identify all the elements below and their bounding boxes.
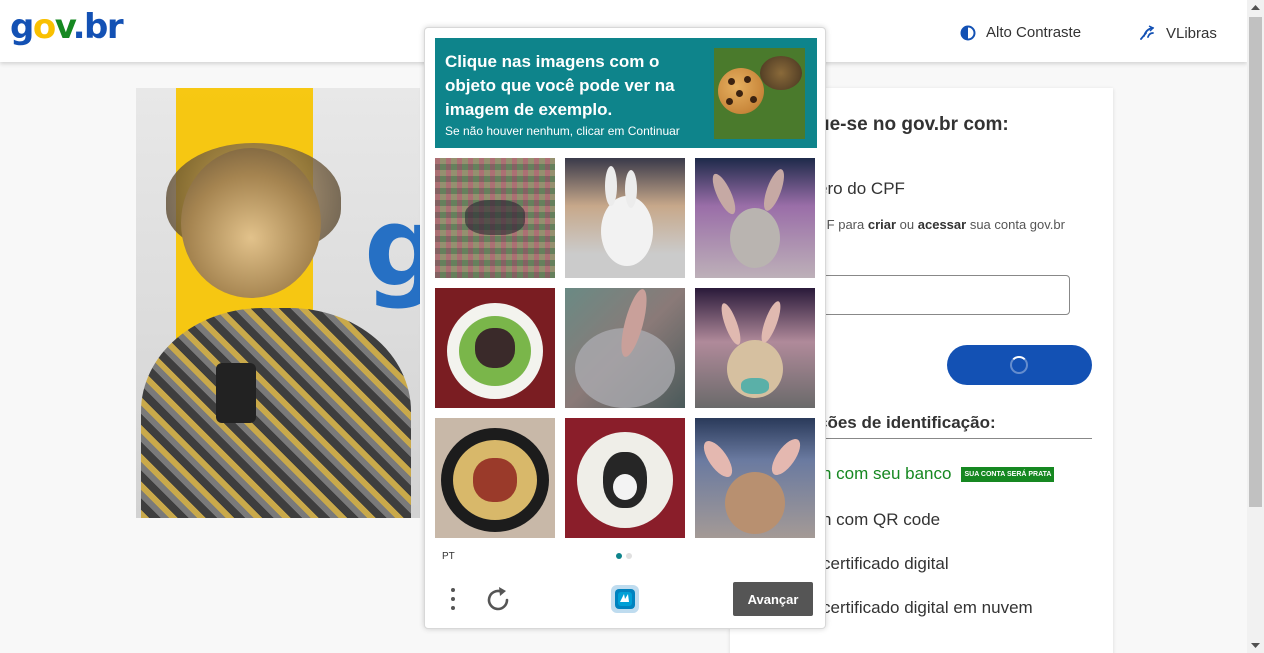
logo-letter-g: g bbox=[10, 7, 34, 47]
high-contrast-button[interactable]: Alto Contraste bbox=[960, 24, 1081, 41]
captcha-prompt-text: Clique nas imagens com o objeto que você… bbox=[445, 52, 675, 119]
cpf-help-mid: ou bbox=[896, 217, 918, 232]
captcha-tile[interactable] bbox=[565, 158, 685, 278]
logo-letter-v: v bbox=[54, 7, 74, 47]
refresh-icon[interactable] bbox=[483, 585, 513, 615]
more-options-icon[interactable] bbox=[445, 585, 461, 615]
vlibras-label: VLibras bbox=[1166, 24, 1217, 42]
next-button[interactable]: Avançar bbox=[733, 582, 813, 616]
cpf-help-acessar: acessar bbox=[917, 217, 967, 232]
continue-button[interactable] bbox=[947, 345, 1092, 385]
hero-image: g bbox=[136, 88, 420, 518]
govbr-logo[interactable]: gov.br bbox=[10, 7, 124, 47]
other-options-title: ções de identificação: bbox=[818, 413, 996, 432]
captcha-tile[interactable] bbox=[435, 418, 555, 538]
cpf-help-text: PF para criar ou acessar sua conta gov.b… bbox=[818, 217, 1065, 232]
login-title: ue-se no gov.br com: bbox=[818, 114, 1009, 135]
scroll-up-arrow-icon[interactable] bbox=[1251, 3, 1260, 12]
captcha-tile[interactable] bbox=[435, 158, 555, 278]
language-selector[interactable]: PT bbox=[442, 551, 455, 562]
logo-letters-br: br bbox=[84, 7, 124, 47]
captcha-tile[interactable] bbox=[695, 418, 815, 538]
cpf-section-label: ero do CPF bbox=[818, 179, 905, 198]
hero-phone bbox=[216, 363, 256, 423]
captcha-tile[interactable] bbox=[565, 288, 685, 408]
cpf-help-criar: criar bbox=[867, 217, 897, 232]
scroll-down-arrow-icon[interactable] bbox=[1251, 641, 1260, 650]
login-bank-label: n com seu banco bbox=[822, 464, 952, 483]
captcha-pagination bbox=[616, 553, 632, 559]
captcha-subtext: Se não houver nenhum, clicar em Continua… bbox=[445, 124, 680, 138]
contrast-icon bbox=[960, 25, 976, 40]
login-cert-option[interactable]: certificado digital bbox=[822, 554, 949, 574]
captcha-image-grid bbox=[435, 158, 817, 540]
hero-person-body bbox=[141, 308, 411, 518]
login-cloud-cert-option[interactable]: certificado digital em nuvem bbox=[822, 598, 1033, 618]
sign-language-icon bbox=[1140, 25, 1155, 40]
captcha-prompt-header: Clique nas imagens com o objeto que você… bbox=[435, 38, 817, 148]
pagination-dot bbox=[626, 553, 632, 559]
captcha-tile[interactable] bbox=[435, 288, 555, 408]
captcha-example-image bbox=[714, 48, 805, 139]
captcha-tile[interactable] bbox=[695, 158, 815, 278]
logo-letter-o: o bbox=[32, 7, 56, 47]
vlibras-button[interactable]: VLibras bbox=[1138, 24, 1217, 42]
pagination-dot-active bbox=[616, 553, 622, 559]
hcaptcha-logo-icon[interactable] bbox=[608, 582, 642, 616]
example-cookie bbox=[718, 68, 764, 114]
captcha-challenge: Clique nas imagens com o objeto que você… bbox=[424, 27, 826, 629]
silver-account-badge: SUA CONTA SERÁ PRATA bbox=[961, 467, 1055, 483]
logo-dot: . bbox=[72, 7, 86, 47]
captcha-tile[interactable] bbox=[695, 288, 815, 408]
cpf-help-post: sua conta gov.br bbox=[966, 217, 1065, 232]
page-scrollbar[interactable] bbox=[1247, 0, 1264, 653]
hero-g-letter: g bbox=[364, 183, 420, 311]
high-contrast-label: Alto Contraste bbox=[986, 24, 1082, 41]
login-qr-option[interactable]: n com QR code bbox=[822, 510, 940, 530]
login-bank-option[interactable]: n com seu banco SUA CONTA SERÁ PRATA bbox=[822, 464, 1055, 484]
loading-spinner-icon bbox=[1010, 356, 1028, 374]
captcha-tile[interactable] bbox=[565, 418, 685, 538]
hero-person-face bbox=[181, 148, 321, 298]
scroll-thumb[interactable] bbox=[1249, 17, 1262, 507]
example-turtle bbox=[760, 56, 802, 90]
